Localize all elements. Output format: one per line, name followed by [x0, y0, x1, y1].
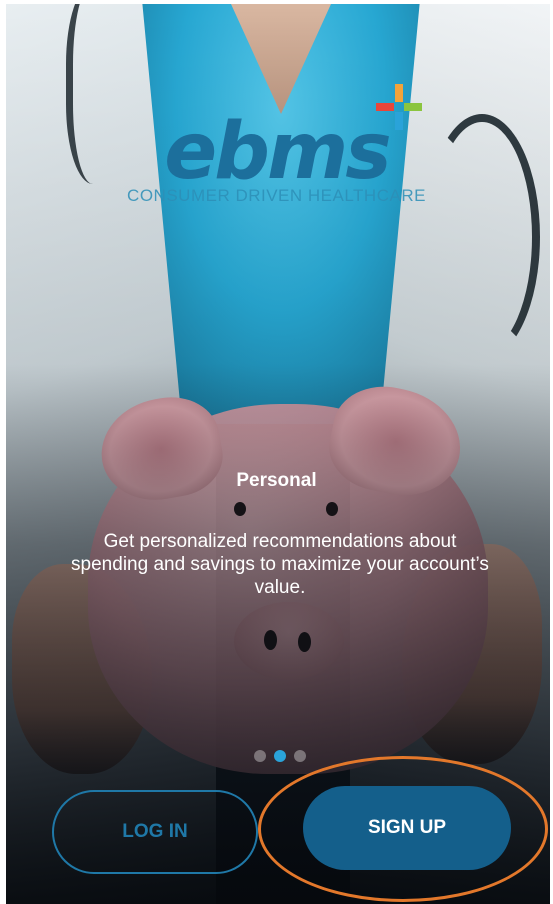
logo-plus-right — [404, 103, 422, 111]
logo-plus-bottom — [395, 112, 403, 130]
ebms-logo: ebms — [0, 112, 553, 192]
slide-description: Get personalized recommendations about s… — [71, 531, 489, 598]
logo-plus-icon — [376, 84, 422, 130]
logo-tagline: CONSUMER DRIVEN HEALTHCARE — [127, 186, 426, 205]
signup-button[interactable]: SIGN UP — [303, 786, 511, 870]
logo-plus-left — [376, 103, 394, 111]
page-dot-2[interactable] — [274, 750, 286, 762]
login-button[interactable]: LOG IN — [52, 790, 258, 874]
onboarding-screen: ebms CONSUMER DRIVEN HEALTHCARE Personal… — [0, 0, 553, 904]
logo-plus-top — [395, 84, 403, 102]
slide-title: Personal — [236, 470, 317, 491]
page-indicator[interactable] — [254, 750, 324, 764]
page-dot-1[interactable] — [254, 750, 266, 762]
page-dot-3[interactable] — [294, 750, 306, 762]
logo-wordmark: ebms — [164, 107, 391, 197]
